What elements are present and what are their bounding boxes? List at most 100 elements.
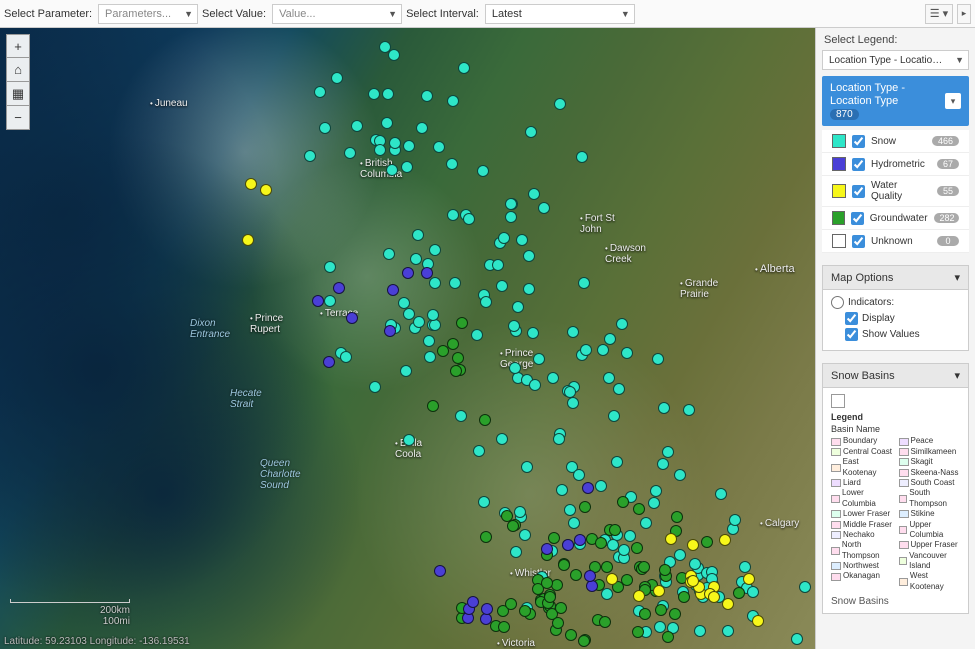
station-marker[interactable] — [450, 365, 462, 377]
station-marker[interactable] — [607, 539, 619, 551]
station-marker[interactable] — [510, 546, 522, 558]
station-marker[interactable] — [595, 480, 607, 492]
station-marker[interactable] — [565, 629, 577, 641]
station-marker[interactable] — [344, 147, 356, 159]
display-checkbox[interactable] — [845, 312, 858, 325]
station-marker[interactable] — [323, 356, 335, 368]
station-marker[interactable] — [505, 598, 517, 610]
station-marker[interactable] — [611, 456, 623, 468]
station-marker[interactable] — [424, 351, 436, 363]
station-marker[interactable] — [632, 626, 644, 638]
station-marker[interactable] — [640, 517, 652, 529]
station-marker[interactable] — [480, 531, 492, 543]
station-marker[interactable] — [584, 570, 596, 582]
station-marker[interactable] — [403, 434, 415, 446]
station-marker[interactable] — [498, 232, 510, 244]
station-marker[interactable] — [529, 379, 541, 391]
station-marker[interactable] — [456, 317, 468, 329]
station-marker[interactable] — [340, 351, 352, 363]
legend-type-dropdown[interactable]: Location Type - Location Type▼ — [822, 50, 969, 70]
station-marker[interactable] — [346, 312, 358, 324]
station-marker[interactable] — [586, 580, 598, 592]
station-marker[interactable] — [403, 140, 415, 152]
station-marker[interactable] — [508, 320, 520, 332]
station-marker[interactable] — [579, 501, 591, 513]
station-marker[interactable] — [427, 309, 439, 321]
station-marker[interactable] — [447, 338, 459, 350]
station-marker[interactable] — [386, 164, 398, 176]
station-marker[interactable] — [722, 598, 734, 610]
station-marker[interactable] — [538, 202, 550, 214]
station-marker[interactable] — [413, 316, 425, 328]
station-marker[interactable] — [463, 213, 475, 225]
station-marker[interactable] — [505, 198, 517, 210]
station-marker[interactable] — [752, 615, 764, 627]
station-marker[interactable] — [331, 72, 343, 84]
station-marker[interactable] — [437, 345, 449, 357]
station-marker[interactable] — [382, 88, 394, 100]
station-marker[interactable] — [608, 410, 620, 422]
station-marker[interactable] — [429, 244, 441, 256]
station-marker[interactable] — [669, 608, 681, 620]
station-marker[interactable] — [400, 365, 412, 377]
station-marker[interactable] — [421, 267, 433, 279]
station-marker[interactable] — [554, 98, 566, 110]
station-marker[interactable] — [447, 95, 459, 107]
station-marker[interactable] — [578, 277, 590, 289]
station-marker[interactable] — [519, 529, 531, 541]
station-marker[interactable] — [381, 117, 393, 129]
station-marker[interactable] — [739, 561, 751, 573]
station-marker[interactable] — [471, 329, 483, 341]
basins-visibility-toggle[interactable] — [831, 394, 845, 408]
show-values-checkbox[interactable] — [845, 328, 858, 341]
station-marker[interactable] — [595, 537, 607, 549]
station-marker[interactable] — [601, 561, 613, 573]
station-marker[interactable] — [525, 126, 537, 138]
station-marker[interactable] — [242, 234, 254, 246]
station-marker[interactable] — [633, 503, 645, 515]
station-marker[interactable] — [452, 352, 464, 364]
station-marker[interactable] — [653, 585, 665, 597]
legend-checkbox[interactable] — [851, 212, 864, 225]
station-marker[interactable] — [496, 280, 508, 292]
legend-checkbox[interactable] — [852, 135, 865, 148]
station-marker[interactable] — [523, 250, 535, 262]
station-marker[interactable] — [477, 165, 489, 177]
station-marker[interactable] — [648, 497, 660, 509]
station-marker[interactable] — [533, 353, 545, 365]
station-marker[interactable] — [658, 402, 670, 414]
station-marker[interactable] — [314, 86, 326, 98]
station-marker[interactable] — [412, 229, 424, 241]
station-marker[interactable] — [245, 178, 257, 190]
station-marker[interactable] — [701, 536, 713, 548]
station-marker[interactable] — [496, 433, 508, 445]
station-marker[interactable] — [429, 277, 441, 289]
station-marker[interactable] — [521, 461, 533, 473]
station-marker[interactable] — [446, 158, 458, 170]
station-marker[interactable] — [509, 362, 521, 374]
map-options-header[interactable]: Map Options ▾ — [822, 265, 969, 290]
legend-checkbox[interactable] — [852, 185, 865, 198]
station-marker[interactable] — [481, 603, 493, 615]
station-marker[interactable] — [624, 530, 636, 542]
station-marker[interactable] — [523, 283, 535, 295]
station-marker[interactable] — [410, 253, 422, 265]
station-marker[interactable] — [507, 520, 519, 532]
station-marker[interactable] — [564, 504, 576, 516]
station-marker[interactable] — [480, 296, 492, 308]
station-marker[interactable] — [564, 386, 576, 398]
station-marker[interactable] — [433, 141, 445, 153]
station-marker[interactable] — [715, 488, 727, 500]
station-marker[interactable] — [551, 579, 563, 591]
station-marker[interactable] — [558, 559, 570, 571]
station-marker[interactable] — [580, 344, 592, 356]
zoom-in-button[interactable]: + — [6, 34, 30, 58]
station-marker[interactable] — [562, 539, 574, 551]
station-marker[interactable] — [541, 577, 553, 589]
basemap-button[interactable]: ▦ — [6, 82, 30, 106]
station-marker[interactable] — [578, 635, 590, 647]
station-marker[interactable] — [512, 301, 524, 313]
station-marker[interactable] — [671, 511, 683, 523]
station-marker[interactable] — [799, 581, 811, 593]
map-container[interactable]: + ⌂ ▦ − Dixon Entrance Hecate Strait Que… — [0, 28, 815, 649]
